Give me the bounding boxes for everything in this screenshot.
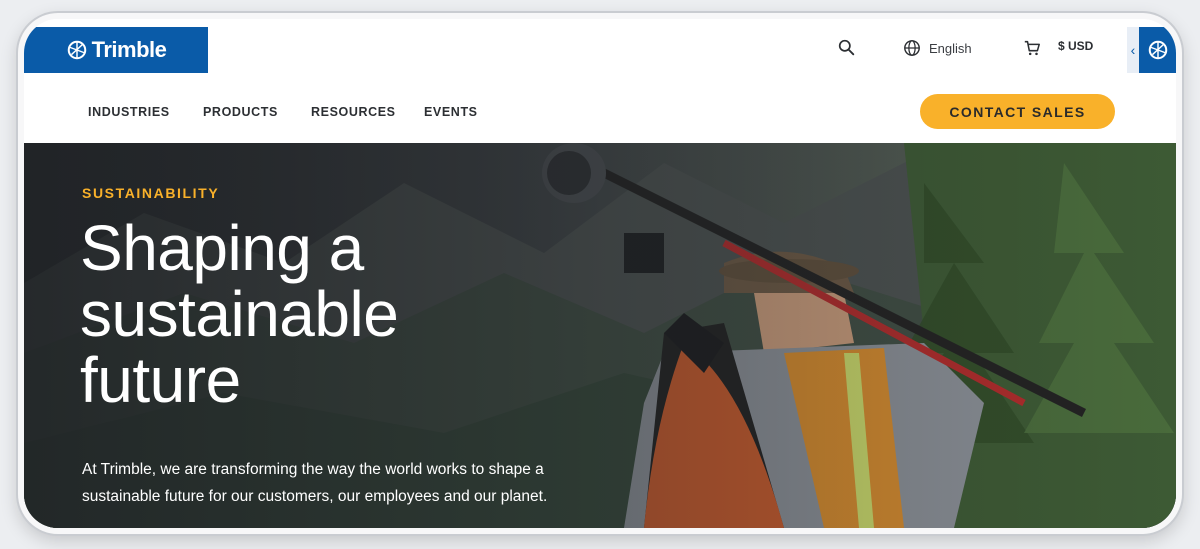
chevron-left-icon: ‹ (1130, 42, 1136, 58)
contact-sales-button[interactable]: CONTACT SALES (920, 94, 1115, 129)
nav-industries[interactable]: INDUSTRIES (88, 105, 170, 119)
globe-icon (904, 40, 920, 56)
language-label: English (929, 40, 972, 56)
logo-wordmark: Trimble (91, 37, 167, 62)
cart-button[interactable] (1023, 39, 1041, 57)
hero-banner: SUSTAINABILITY Shaping a sustainable fut… (24, 143, 1176, 528)
currency-label: $ USD (1058, 39, 1094, 53)
trimble-logo[interactable]: Trimble (24, 27, 208, 73)
headline-line: sustainable (80, 278, 399, 350)
hero-eyebrow: SUSTAINABILITY (82, 185, 220, 201)
currency-selector[interactable]: $ USD (1058, 39, 1093, 53)
search-icon (838, 39, 855, 56)
language-selector[interactable]: English (903, 39, 972, 57)
trimble-globe-icon (67, 40, 86, 60)
nav-resources[interactable]: RESOURCES (311, 105, 396, 119)
browser-viewport: Trimble English $ USD ‹ INDUSTRIES PRODU… (24, 19, 1176, 528)
trimble-globe-icon (1148, 40, 1167, 60)
description-line: sustainable future for our customers, ou… (82, 488, 548, 505)
utility-bar: Trimble English $ USD ‹ (24, 19, 1176, 83)
cart-icon (1024, 40, 1040, 56)
collapse-drawer-button[interactable]: ‹ (1127, 27, 1139, 73)
nav-events[interactable]: EVENTS (424, 105, 478, 119)
description-line: At Trimble, we are transforming the way … (82, 461, 544, 478)
hero-description: At Trimble, we are transforming the way … (82, 456, 602, 510)
nav-products[interactable]: PRODUCTS (203, 105, 278, 119)
drawer-brand-button[interactable] (1139, 27, 1176, 73)
headline-line: Shaping a (80, 212, 364, 284)
hero-headline: Shaping a sustainable future (80, 215, 500, 413)
headline-line: future (80, 344, 241, 416)
search-button[interactable] (838, 39, 855, 56)
device-frame: Trimble English $ USD ‹ INDUSTRIES PRODU… (18, 13, 1182, 534)
